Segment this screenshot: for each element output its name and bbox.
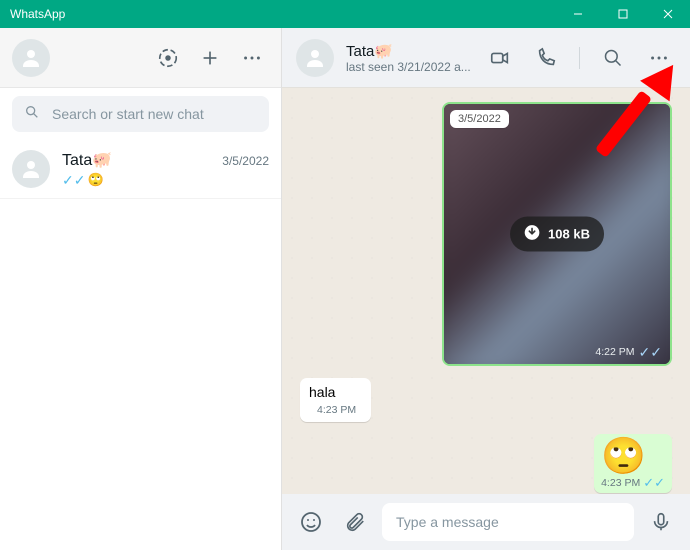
chat-name: Tata🐖 — [62, 150, 112, 170]
incoming-text-message[interactable]: hala 4:23 PM — [300, 378, 394, 422]
messages-area[interactable]: 3/5/2022 108 kB 4:22 PM ✓✓ hala 4:23 PM — [282, 88, 690, 494]
search-icon — [24, 104, 40, 125]
message-time: 4:23 PM — [317, 404, 356, 416]
contact-info[interactable]: Tata🐖 last seen 3/21/2022 a... — [346, 42, 471, 74]
window-controls — [555, 0, 690, 28]
message-time: 4:23 PM — [601, 477, 640, 489]
contact-name: Tata🐖 — [346, 42, 471, 60]
app-title: WhatsApp — [10, 7, 65, 21]
status-icon[interactable] — [151, 41, 185, 75]
read-ticks-icon: ✓✓ — [643, 476, 665, 489]
chat-list: Tata🐖 3/5/2022 ✓✓ 🙄 — [0, 140, 281, 550]
search-in-chat-icon[interactable] — [596, 41, 630, 75]
sidebar: Tata🐖 3/5/2022 ✓✓ 🙄 — [0, 28, 282, 550]
voice-call-icon[interactable] — [529, 41, 563, 75]
attach-icon[interactable] — [338, 505, 372, 539]
microphone-icon[interactable] — [644, 505, 678, 539]
search-box[interactable] — [12, 96, 269, 132]
contact-avatar — [12, 150, 50, 188]
maximize-button[interactable] — [600, 0, 645, 28]
contact-avatar[interactable] — [296, 39, 334, 77]
video-call-icon[interactable] — [483, 41, 517, 75]
new-chat-icon[interactable] — [193, 41, 227, 75]
my-avatar[interactable] — [12, 39, 50, 77]
conversation-panel: Tata🐖 last seen 3/21/2022 a... 3/5/2022 — [282, 28, 690, 550]
menu-icon[interactable] — [235, 41, 269, 75]
message-input[interactable] — [396, 514, 620, 530]
search-input[interactable] — [52, 106, 257, 122]
read-ticks-icon: ✓✓ — [639, 345, 662, 359]
title-bar: WhatsApp — [0, 0, 690, 28]
outgoing-emoji-message[interactable]: 🙄 4:23 PM ✓✓ — [594, 434, 672, 493]
message-input-wrap[interactable] — [382, 503, 634, 541]
outgoing-image-message[interactable]: 3/5/2022 108 kB 4:22 PM ✓✓ — [442, 102, 672, 366]
close-button[interactable] — [645, 0, 690, 28]
download-size: 108 kB — [548, 227, 590, 242]
date-chip: 3/5/2022 — [450, 110, 509, 128]
download-button[interactable]: 108 kB — [510, 217, 604, 252]
read-ticks-icon: ✓✓ — [62, 173, 85, 187]
emoji-picker-icon[interactable] — [294, 505, 328, 539]
message-text: hala — [309, 384, 335, 400]
chat-menu-icon[interactable] — [642, 41, 676, 75]
chat-list-item[interactable]: Tata🐖 3/5/2022 ✓✓ 🙄 — [0, 140, 281, 199]
emoji-content: 🙄 — [601, 438, 665, 474]
sidebar-header — [0, 28, 281, 88]
download-icon — [524, 225, 540, 244]
conversation-header: Tata🐖 last seen 3/21/2022 a... — [282, 28, 690, 88]
preview-emoji: 🙄 — [87, 172, 103, 188]
chat-preview: ✓✓ 🙄 — [62, 172, 269, 188]
separator — [579, 47, 580, 69]
last-seen: last seen 3/21/2022 a... — [346, 60, 471, 74]
composer — [282, 494, 690, 550]
minimize-button[interactable] — [555, 0, 600, 28]
image-timestamp: 4:22 PM ✓✓ — [595, 345, 662, 359]
chat-date: 3/5/2022 — [222, 154, 269, 168]
